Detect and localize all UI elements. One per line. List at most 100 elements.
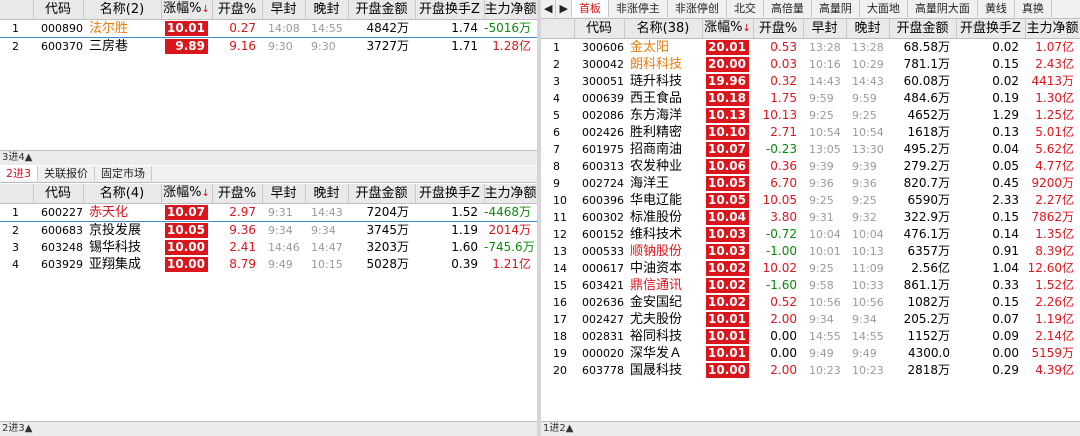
early-seal-time: 13:05 — [809, 143, 841, 156]
table-row[interactable]: 16 002636 金安国纪 10.02 0.52 10:56 10:56 1082万 0.15… — [541, 294, 1080, 311]
table-row[interactable]: 13 000533 顺钠股份 10.03 -1.00 10:01 10:13 6357万 0.9… — [541, 243, 1080, 260]
column-header-label: 主力净额 — [484, 185, 537, 201]
tab-0[interactable]: 2进3 — [0, 166, 38, 181]
table-row[interactable]: 2 600683 京投发展 10.05 9.36 9:34 9:34 3745万 1.19 201… — [0, 222, 537, 240]
column-header-label: 主力净额 — [1026, 20, 1079, 36]
column-header[interactable]: 主力净额 — [1025, 19, 1080, 39]
tab-6[interactable]: 大面地 — [860, 0, 908, 17]
column-header-label: 名称(38) — [636, 20, 690, 36]
table-row[interactable]: 1 600227 赤天化 10.07 2.97 9:31 14:43 7204万 1.52 -44… — [0, 203, 537, 222]
stock-code: 000533 — [582, 245, 624, 258]
column-header[interactable]: 名称(2) — [83, 0, 162, 20]
column-header[interactable]: 名称(4) — [83, 184, 162, 204]
early-seal-time: 10:56 — [809, 296, 841, 309]
column-header[interactable]: 早封 — [803, 19, 847, 39]
stock-name: 裕同科技 — [630, 329, 683, 344]
column-header[interactable]: 涨幅%↓ — [161, 184, 213, 204]
change-pct-badge: 10.10 — [706, 125, 749, 140]
stock-name: 金太阳 — [630, 40, 670, 55]
tab-1[interactable]: 非涨停主 — [609, 0, 668, 17]
early-seal-time: 9:34 — [268, 224, 293, 237]
tab-4[interactable]: 高倍量 — [764, 0, 812, 17]
column-header[interactable]: 开盘换手Z — [956, 19, 1026, 39]
table-row[interactable]: 10 600396 华电辽能 10.05 10.05 9:25 9:25 6590万 2.33 2… — [541, 192, 1080, 209]
tab-0[interactable]: 首板 — [571, 0, 609, 17]
stock-code: 603248 — [41, 241, 83, 254]
tab-8[interactable]: 黄线 — [978, 0, 1015, 17]
tab-2[interactable]: 非涨停创 — [668, 0, 727, 17]
early-seal-time: 9:31 — [262, 203, 305, 222]
column-header[interactable] — [541, 19, 575, 39]
table-row[interactable]: 1 300606 金太阳 20.01 0.53 13:28 13:28 68.58万 0.02 1… — [541, 39, 1080, 57]
table-row[interactable]: 17 002427 尤夫股份 10.01 2.00 9:34 9:34 205.2万 0.07 1… — [541, 311, 1080, 328]
open-pct: -0.23 — [765, 142, 797, 156]
table-row[interactable]: 18 002831 裕同科技 10.01 0.00 14:55 14:55 1152万 0.09… — [541, 328, 1080, 345]
tab-3[interactable]: 北交 — [727, 0, 764, 17]
column-header[interactable]: 开盘换手Z — [415, 0, 485, 20]
table-row[interactable]: 11 600302 标准股份 10.04 3.80 9:31 9:32 322.9万 0.15 7… — [541, 209, 1080, 226]
column-header[interactable]: 开盘% — [212, 184, 263, 204]
column-header[interactable]: 主力净额 — [484, 184, 537, 204]
table-row[interactable]: 4 000639 西王食品 10.18 1.75 9:59 9:59 484.6万 0.19 1.… — [541, 90, 1080, 107]
column-header[interactable]: 晚封 — [305, 184, 349, 204]
open-turnover: 0.13 — [992, 125, 1019, 139]
column-header[interactable]: 代码 — [33, 0, 84, 20]
table-row[interactable]: 8 600313 农发种业 10.06 0.36 9:39 9:39 279.2万 0.05 4.… — [541, 158, 1080, 175]
table-row[interactable]: 9 002724 海洋王 10.05 6.70 9:36 9:36 820.7万 0.45 920… — [541, 175, 1080, 192]
tab-2[interactable]: 固定市场 — [95, 166, 152, 181]
table-row[interactable]: 6 002426 胜利精密 10.10 2.71 10:54 10:54 1618万 0.13 5… — [541, 124, 1080, 141]
nav-right-icon[interactable]: ▶ — [556, 0, 572, 17]
column-header[interactable]: 早封 — [262, 0, 306, 20]
table-row[interactable]: 7 601975 招商南油 10.07 -0.23 13:05 13:30 495.2万 0.0… — [541, 141, 1080, 158]
right-status[interactable]: 1进2▲ — [541, 421, 1080, 436]
column-header-label: 开盘换手Z — [419, 185, 480, 201]
column-header[interactable]: 涨幅%↓ — [702, 19, 754, 39]
column-header[interactable]: 开盘% — [753, 19, 804, 39]
table-row[interactable]: 3 300051 琏升科技 19.96 0.32 14:43 14:43 60.08万 0.02… — [541, 73, 1080, 90]
change-pct-cell: 10.03 — [702, 243, 753, 260]
stock-name: 华电辽能 — [630, 193, 683, 208]
column-header[interactable]: 开盘金额 — [889, 19, 957, 39]
stock-name: 鼎信通讯 — [630, 278, 683, 293]
column-header[interactable]: 开盘% — [212, 0, 263, 20]
column-header[interactable]: 代码 — [574, 19, 625, 39]
top-left-status[interactable]: 3进4▲ — [0, 150, 537, 165]
late-seal-time: 10:13 — [852, 245, 884, 258]
column-header[interactable]: 代码 — [33, 184, 84, 204]
table-row[interactable]: 15 603421 鼎信通讯 10.02 -1.60 9:58 10:33 861.1万 0.3… — [541, 277, 1080, 294]
table-row[interactable]: 4 603929 亚翔集成 10.00 8.79 9:49 10:15 5028万 0.39 1.… — [0, 256, 537, 273]
open-pct: 0.00 — [770, 346, 797, 360]
table-row[interactable]: 19 000020 深华发Ａ 10.01 0.00 9:49 9:49 4300.0 0.00 5… — [541, 345, 1080, 362]
column-header[interactable]: 早封 — [262, 184, 306, 204]
tab-5[interactable]: 高量阴 — [812, 0, 860, 17]
tab-7[interactable]: 高量阴大面 — [908, 0, 978, 17]
column-header[interactable]: 开盘换手Z — [415, 184, 485, 204]
nav-left-icon[interactable]: ◀ — [541, 0, 557, 17]
table-row[interactable]: 2 600370 三房巷 9.89 9.16 9:30 9:30 3727万 1.71 1.28亿 — [0, 38, 537, 56]
column-header[interactable]: 开盘金额 — [348, 0, 416, 20]
row-index: 17 — [553, 313, 567, 326]
tab-1[interactable]: 关联报价 — [38, 166, 95, 181]
column-header[interactable]: 开盘金额 — [348, 184, 416, 204]
column-header[interactable] — [0, 0, 34, 20]
column-header[interactable]: 晚封 — [846, 19, 890, 39]
table-row[interactable]: 12 600152 维科技术 10.03 -0.72 10:04 10:04 476.1万 0.… — [541, 226, 1080, 243]
open-amount: 7204万 — [348, 203, 415, 222]
late-seal-time: 14:55 — [852, 330, 884, 343]
tab-9[interactable]: 真换 — [1015, 0, 1052, 17]
table-row[interactable]: 3 603248 锡华科技 10.00 2.41 14:46 14:47 3203万 1.60-… — [0, 239, 537, 256]
column-header[interactable] — [0, 184, 34, 204]
column-header[interactable]: 晚封 — [305, 0, 349, 20]
column-header[interactable]: 名称(38) — [624, 19, 703, 39]
change-pct-cell: 20.01 — [702, 39, 753, 57]
open-amount: 484.6万 — [903, 91, 950, 105]
table-row[interactable]: 5 002086 东方海洋 10.13 10.13 9:25 9:25 4652万 1.29 1.… — [541, 107, 1080, 124]
table-row[interactable]: 20 603778 国晟科技 10.00 2.00 10:23 10:23 2818万 0.29… — [541, 362, 1080, 379]
table-row[interactable]: 14 000617 中油资本 10.02 10.02 9:25 11:09 2.56亿 1.04… — [541, 260, 1080, 277]
table-row[interactable]: 2 300042 朗科科技 20.00 0.03 10:16 10:29 781.1万 0.15… — [541, 56, 1080, 73]
column-header[interactable]: 主力净额 — [484, 0, 537, 20]
open-turnover: 2.33 — [992, 193, 1019, 207]
bottom-left-status[interactable]: 2进3▲ — [0, 421, 537, 436]
column-header[interactable]: 涨幅%↓ — [161, 0, 213, 20]
table-row[interactable]: 1 000890 法尔胜 10.01 0.27 14:08 14:55 4842万 1.74 -5… — [0, 19, 537, 38]
